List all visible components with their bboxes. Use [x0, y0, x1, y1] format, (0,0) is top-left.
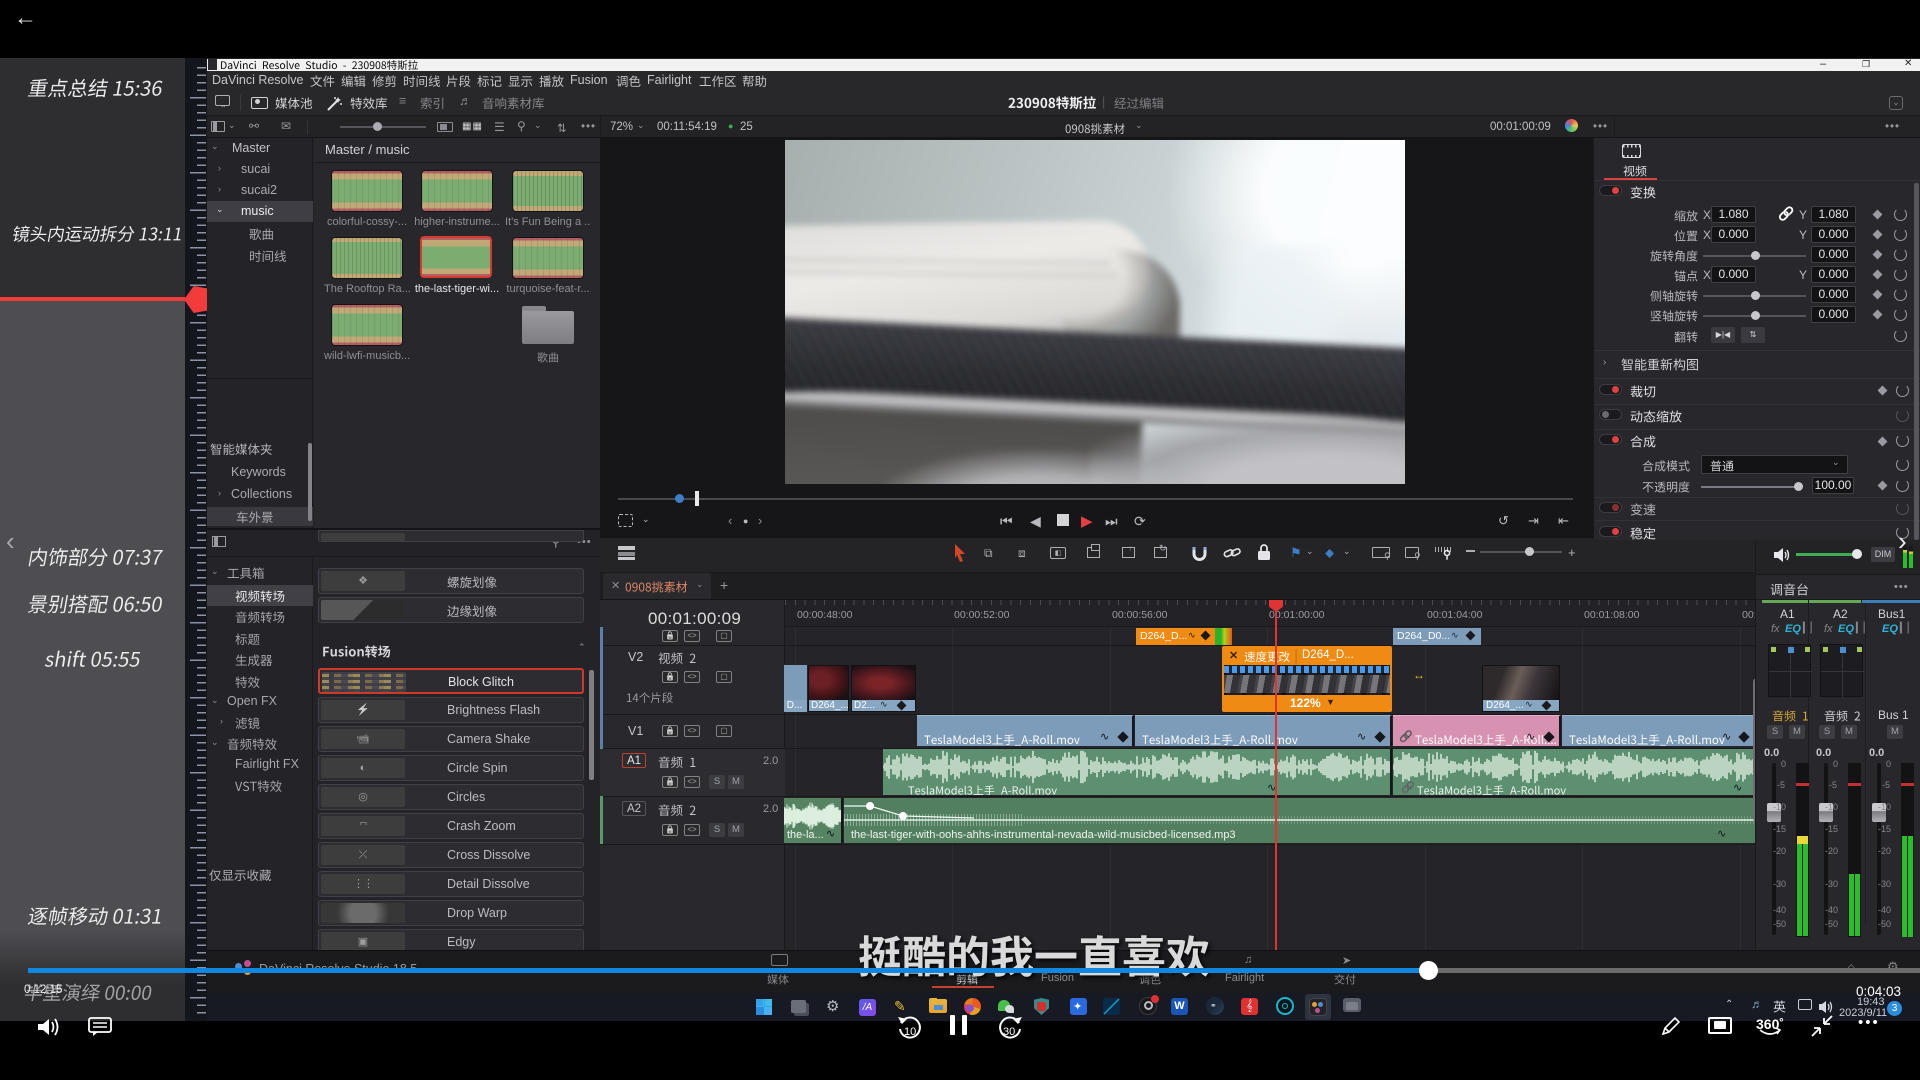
svg-text:30: 30 — [1003, 1026, 1015, 1038]
svg-text:10: 10 — [904, 1026, 916, 1038]
